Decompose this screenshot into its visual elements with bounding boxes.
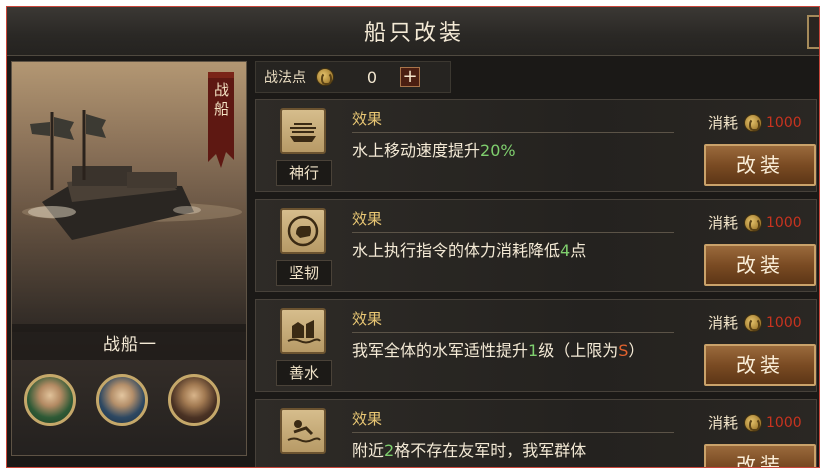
cost: 消耗 1000 — [708, 112, 802, 133]
effect-description: 我军全体的水军适性提升1级（上限为S） — [352, 341, 645, 360]
modification-card: 坚韧 效果 水上执行指令的体力消耗降低4点 消耗 1000 改装 — [255, 199, 817, 292]
general-portrait-blue-icon[interactable] — [96, 374, 148, 426]
modify-button[interactable]: 改装 — [704, 144, 816, 186]
effect-description: 水上移动速度提升20% — [352, 141, 516, 160]
divider — [352, 132, 674, 133]
cost: 消耗 1000 — [708, 212, 802, 233]
tactic-points-bar: 战法点 0 + — [255, 61, 451, 93]
effect-title: 效果 — [352, 210, 383, 228]
divider — [352, 432, 674, 433]
window-title: 船只改装 — [363, 21, 464, 46]
effect-description: 水上执行指令的体力消耗降低4点 — [352, 241, 587, 260]
effect-title: 效果 — [352, 110, 383, 128]
divider — [352, 332, 674, 333]
title-bar: 船只改装 — [7, 7, 819, 56]
cost-value: 1000 — [766, 314, 802, 331]
modification-card: 善水 效果 我军全体的水军适性提升1级（上限为S） 消耗 1000 改装 — [255, 299, 817, 392]
modification-name: 坚韧 — [276, 260, 332, 286]
coin-icon — [744, 413, 763, 432]
divider — [352, 232, 674, 233]
modify-button[interactable]: 改装 — [704, 244, 816, 286]
general-portrait-green-icon[interactable] — [24, 374, 76, 426]
ship-name-bar: 战船一 — [12, 324, 246, 360]
modification-card: 效果 附近2格不存在友军时，我军群体 消耗 1000 改装 — [255, 399, 817, 467]
modification-list[interactable]: 神行 效果 水上移动速度提升20% 消耗 1000 改装 坚韧 效果 水上执行指… — [255, 99, 819, 467]
ship-panel: 战船 战船一 — [11, 61, 247, 456]
modification-card: 神行 效果 水上移动速度提升20% 消耗 1000 改装 — [255, 99, 817, 192]
cost: 消耗 1000 — [708, 312, 802, 333]
cost-label: 消耗 — [708, 214, 739, 232]
effect-title: 效果 — [352, 310, 383, 328]
general-portraits — [12, 374, 246, 438]
cost-label: 消耗 — [708, 414, 739, 432]
cost-label: 消耗 — [708, 114, 739, 132]
general-portrait-bearded-icon[interactable] — [168, 374, 220, 426]
coin-icon — [744, 113, 763, 132]
cost-label: 消耗 — [708, 314, 739, 332]
ship-type-banner: 战船 — [206, 72, 236, 168]
tactic-points-label: 战法点 — [264, 70, 306, 86]
coin-icon — [744, 213, 763, 232]
ship-type-label: 战船 — [212, 82, 230, 120]
close-button[interactable] — [807, 15, 819, 49]
modify-button[interactable]: 改装 — [704, 344, 816, 386]
modify-button[interactable]: 改装 — [704, 444, 816, 467]
cost-value: 1000 — [766, 214, 802, 231]
effect-title: 效果 — [352, 410, 383, 428]
tactic-points-value: 0 — [366, 67, 378, 87]
add-points-button[interactable]: + — [400, 67, 420, 87]
effect-description: 附近2格不存在友军时，我军群体 — [352, 441, 587, 460]
water-fortress-icon — [280, 308, 326, 354]
modification-name: 善水 — [276, 360, 332, 386]
boat-speed-icon — [280, 108, 326, 154]
fist-icon — [280, 208, 326, 254]
coin-icon — [316, 68, 334, 86]
cost-value: 1000 — [766, 114, 802, 131]
swimmer-icon — [280, 408, 326, 454]
cost-value: 1000 — [766, 414, 802, 431]
cost: 消耗 1000 — [708, 412, 802, 433]
modification-name: 神行 — [276, 160, 332, 186]
ship-modification-window: 船只改装 战船 战船一 战法点 0 + 神行 效果 水上移动速度提升20% 消耗… — [6, 6, 820, 468]
ship-name: 战船一 — [103, 334, 157, 355]
coin-icon — [744, 313, 763, 332]
